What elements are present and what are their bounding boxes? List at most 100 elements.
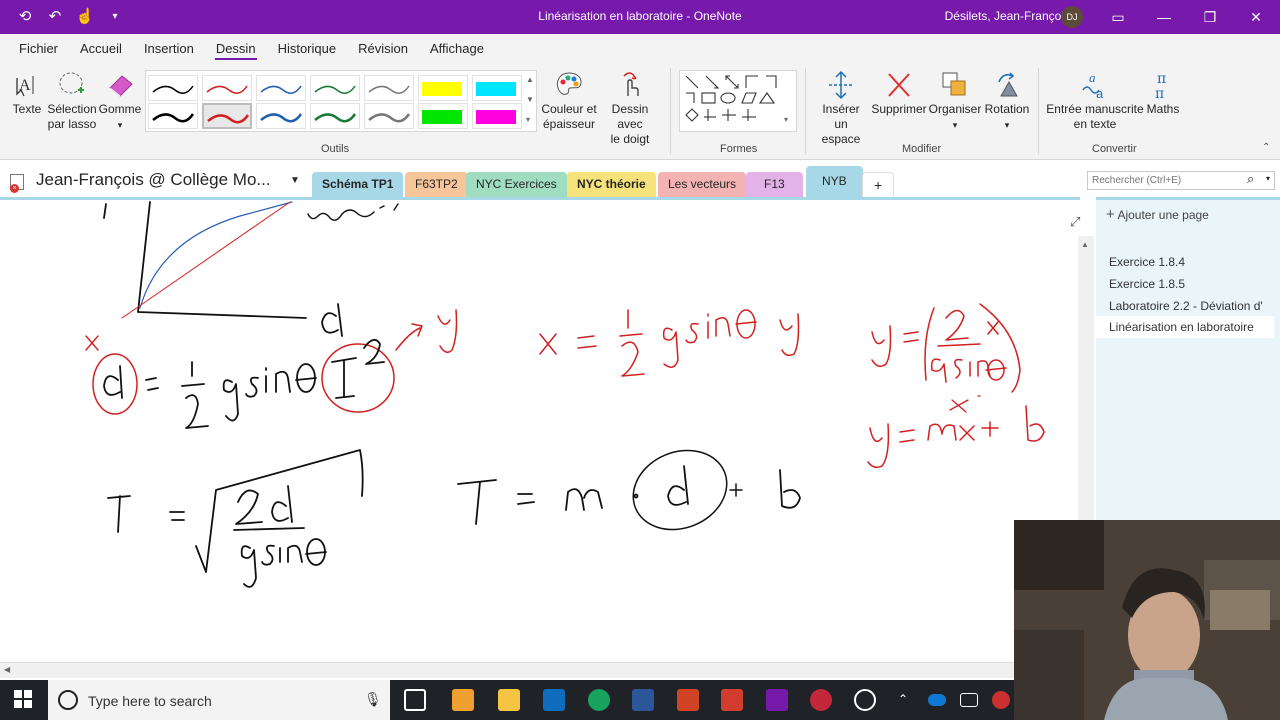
gallery-scroll-up-icon[interactable]: ▲ [526, 75, 534, 84]
ink-to-text-button[interactable]: aa Entrée manuscrite en texte [1046, 70, 1144, 132]
user-name[interactable]: Désilets, Jean-François [945, 9, 1070, 23]
network-icon[interactable] [960, 693, 978, 707]
minimize-icon[interactable]: — [1153, 6, 1175, 28]
page-item[interactable]: Exercice 1.8.4 [1109, 255, 1185, 269]
pen-blue-thin[interactable] [256, 75, 306, 101]
close-icon[interactable]: ✕ [1245, 6, 1267, 28]
scroll-left-icon[interactable]: ◀ [4, 665, 10, 674]
highlighter-icon [476, 110, 516, 124]
pen-stroke-icon [368, 113, 411, 123]
task-view-icon[interactable] [404, 689, 426, 711]
rotate-button[interactable]: Rotation ▾ [982, 70, 1032, 133]
highlighter-green[interactable] [418, 103, 468, 129]
app-icon[interactable] [810, 689, 832, 711]
pen-red-thin[interactable] [202, 75, 252, 101]
horizontal-scrollbar[interactable]: ◀ [0, 662, 1014, 678]
avatar[interactable]: DJ [1061, 6, 1083, 28]
page-item-selected[interactable]: Linéarisation en laboratoire [1096, 316, 1274, 338]
tab-dessin[interactable]: Dessin [205, 34, 267, 64]
pen-black-thin[interactable] [148, 75, 198, 101]
pen-black-thick[interactable] [148, 103, 198, 129]
notebook-dropdown-icon[interactable]: ▼ [290, 175, 300, 186]
tab-revision[interactable]: Révision [347, 34, 419, 64]
obs-icon[interactable] [854, 689, 876, 711]
vertical-scrollbar[interactable]: ▲ [1078, 236, 1094, 526]
pen-blue-thick[interactable] [256, 103, 306, 129]
restore-icon[interactable]: ❐ [1199, 6, 1221, 28]
pen-red-thick-selected[interactable] [202, 103, 252, 129]
pen-green-thin[interactable] [310, 75, 360, 101]
group-separator [670, 68, 671, 154]
eraser-dropdown-icon[interactable]: ▾ [118, 120, 123, 130]
pen-gray-thick[interactable] [364, 103, 414, 129]
section-tab-nyb[interactable]: NYB [806, 166, 863, 197]
highlighter-yellow[interactable] [418, 75, 468, 101]
lasso-select-button[interactable]: Sélection par lasso [46, 70, 98, 132]
arrange-button[interactable]: Organiser ▾ [928, 70, 982, 133]
word-icon[interactable] [632, 689, 654, 711]
gallery-more-icon[interactable]: ▾ [526, 115, 530, 124]
highlighter-icon [422, 82, 462, 96]
highlighter-cyan[interactable] [472, 75, 522, 101]
tab-historique[interactable]: Historique [267, 34, 348, 64]
file-explorer-icon[interactable] [498, 689, 520, 711]
gallery-scroll-down-icon[interactable]: ▼ [526, 95, 534, 104]
group-separator [1038, 68, 1039, 154]
insert-space-label-1: Insérer un [822, 102, 860, 131]
section-tab-nyc-exercices[interactable]: NYC Exercices [466, 172, 567, 197]
search-scope-dropdown-icon[interactable]: ▾ [1266, 174, 1270, 183]
pen-gray-thin[interactable] [364, 75, 414, 101]
pen-green-thick[interactable] [310, 103, 360, 129]
tab-fichier[interactable]: Fichier [8, 34, 69, 64]
text-label: Texte [12, 102, 42, 116]
search-icon[interactable]: ⌕ [1247, 171, 1254, 187]
tray-overflow-icon[interactable]: ⌃ [898, 692, 908, 706]
app-tray-icon[interactable] [992, 691, 1010, 709]
shapes-more-icon[interactable]: ▾ [784, 115, 788, 124]
media-app-icon[interactable] [452, 689, 474, 711]
math-button[interactable]: ππ Maths [1144, 70, 1182, 117]
taskbar-search[interactable]: Type here to search 🎙 [48, 680, 390, 720]
powerpoint-icon[interactable] [677, 689, 699, 711]
palette-icon [556, 72, 582, 95]
tab-affichage[interactable]: Affichage [419, 34, 495, 64]
section-tab-f13[interactable]: F13 [746, 172, 803, 197]
chrome-icon[interactable] [588, 689, 610, 711]
section-tab-nyc-theorie[interactable]: NYC théorie [567, 172, 656, 197]
rotate-dropdown-icon[interactable]: ▾ [1005, 120, 1010, 130]
arrange-dropdown-icon[interactable]: ▾ [953, 120, 958, 130]
page-item[interactable]: Laboratoire 2.2 - Déviation d' [1109, 299, 1263, 313]
expand-page-icon[interactable]: ⤢ [1070, 214, 1080, 230]
outlook-icon[interactable] [543, 689, 565, 711]
section-tab-schema-tp1[interactable]: Schéma TP1 [312, 172, 404, 197]
group-label-outils: Outils [321, 143, 350, 155]
color-thickness-button[interactable]: Couleur et épaisseur [540, 70, 598, 132]
tab-insertion[interactable]: Insertion [133, 34, 205, 64]
sync-error-icon[interactable]: × [10, 184, 19, 193]
add-section-button[interactable]: + [862, 172, 895, 197]
microphone-icon[interactable]: 🎙 [364, 691, 382, 708]
page-item[interactable]: Exercice 1.8.5 [1109, 277, 1185, 291]
text-button[interactable]: A Texte [8, 70, 46, 117]
shapes-gallery: ▾ [679, 70, 797, 132]
notebook-name[interactable]: Jean-François @ Collège Mo... [36, 170, 271, 190]
insert-space-button[interactable]: Insérer un espace [814, 70, 868, 147]
collapse-ribbon-icon[interactable]: ⌃ [1262, 142, 1270, 153]
section-tab-f63tp2[interactable]: F63TP2 [405, 172, 468, 197]
section-tab-les-vecteurs[interactable]: Les vecteurs [658, 172, 747, 197]
tab-accueil[interactable]: Accueil [69, 34, 133, 64]
svg-text:a: a [1089, 70, 1096, 85]
highlighter-magenta[interactable] [472, 103, 522, 129]
draw-with-touch-button[interactable]: Dessin avec le doigt [598, 70, 662, 147]
group-label-convertir: Convertir [1092, 143, 1137, 155]
page-canvas[interactable]: ⤢ [0, 197, 1080, 662]
eraser-button[interactable]: Gomme ▾ [98, 70, 142, 133]
scroll-up-icon[interactable]: ▲ [1081, 240, 1089, 249]
delete-button[interactable]: Supprimer [870, 70, 928, 117]
app-icon[interactable] [721, 689, 743, 711]
add-page-button[interactable]: + Ajouter une page [1106, 206, 1209, 223]
onedrive-icon[interactable] [928, 694, 946, 706]
onenote-icon[interactable] [766, 689, 788, 711]
ribbon-display-icon[interactable]: ▭ [1107, 6, 1129, 28]
windows-start-icon[interactable] [14, 690, 32, 708]
